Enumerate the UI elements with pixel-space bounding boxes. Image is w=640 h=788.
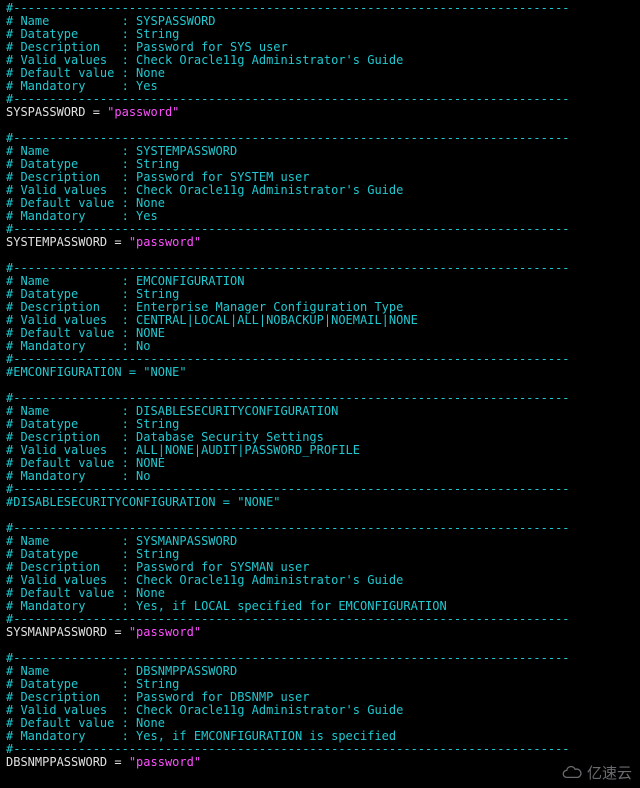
commented-assignment: #DISABLESECURITYCONFIGURATION = "NONE" — [6, 495, 281, 509]
commented-assignment: #EMCONFIGURATION = "NONE" — [6, 365, 187, 379]
config-variable: SYSPASSWORD = — [6, 105, 107, 119]
config-variable: SYSTEMPASSWORD = — [6, 235, 129, 249]
config-value: "password" — [129, 755, 201, 769]
config-variable: DBSNMPPASSWORD = — [6, 755, 129, 769]
config-value: "password" — [107, 105, 179, 119]
config-value: "password" — [129, 235, 201, 249]
config-file-content: #---------------------------------------… — [0, 0, 640, 771]
config-value: "password" — [129, 625, 201, 639]
config-variable: SYSMANPASSWORD = — [6, 625, 129, 639]
